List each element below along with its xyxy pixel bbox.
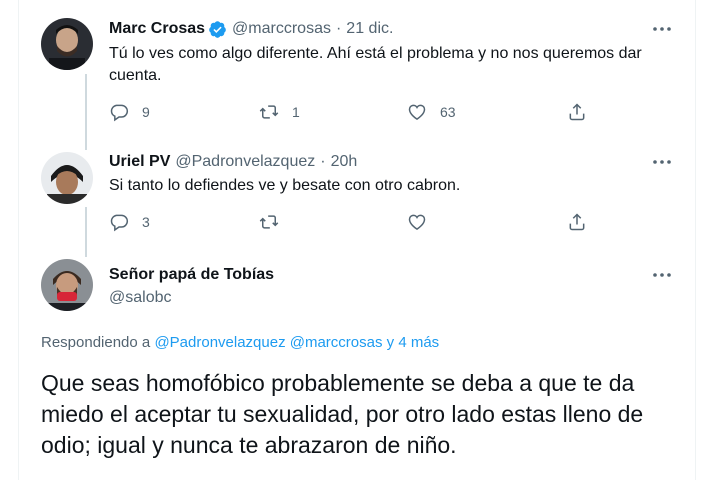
author-name[interactable]: Marc Crosas — [109, 20, 205, 38]
like-button[interactable] — [407, 210, 440, 234]
avatar[interactable] — [41, 152, 93, 204]
author-name[interactable]: Uriel PV — [109, 153, 170, 171]
like-button[interactable]: 63 — [407, 100, 456, 124]
tweet-text: Si tanto lo defiendes ve y besate con ot… — [109, 177, 461, 194]
share-icon — [569, 103, 585, 121]
reply-button[interactable]: 3 — [109, 210, 150, 234]
tweet-text: Tú lo ves como algo diferente. Ahí está … — [109, 45, 642, 84]
author-name[interactable]: Señor papá de Tobías — [109, 266, 274, 284]
verified-badge-icon — [209, 20, 226, 38]
share-button[interactable] — [567, 100, 587, 124]
reply-button[interactable]: 9 — [109, 100, 150, 124]
timestamp[interactable]: 20h — [331, 153, 358, 171]
tweet-actions: 9 1 63 — [109, 100, 695, 124]
retweet-count: 1 — [292, 104, 300, 120]
replying-to: Respondiendo a @Padronvelazquez @marccro… — [41, 334, 439, 351]
reply-count: 3 — [142, 214, 150, 230]
avatar[interactable] — [41, 259, 93, 311]
replying-to-link[interactable]: @Padronvelazquez @marccrosas y 4 más — [154, 334, 439, 351]
tweet-actions: 3 — [109, 210, 695, 234]
author-handle[interactable]: @Padronvelazquez — [175, 153, 315, 171]
replying-prefix: Respondiendo a — [41, 334, 151, 351]
more-options-icon[interactable] — [651, 19, 673, 39]
tweet[interactable]: Marc Crosas @marccrosas · 21 dic. Tú lo … — [19, 0, 695, 140]
share-button[interactable] — [567, 210, 587, 234]
heart-icon — [408, 214, 426, 230]
separator-dot: · — [335, 20, 342, 37]
conversation-thread: Marc Crosas @marccrosas · 21 dic. Tú lo … — [18, 0, 696, 480]
like-count: 63 — [440, 104, 456, 120]
author-handle[interactable]: @salobc — [109, 289, 172, 307]
retweet-icon — [259, 215, 279, 229]
share-icon — [569, 213, 585, 231]
tweet[interactable]: Uriel PV @Padronvelazquez · 20h Si tanto… — [19, 140, 695, 255]
avatar[interactable] — [41, 18, 93, 70]
reply-icon — [110, 214, 129, 232]
more-options-icon[interactable] — [651, 265, 673, 285]
retweet-button[interactable] — [259, 210, 292, 234]
author-handle[interactable]: @marccrosas — [232, 20, 331, 38]
retweet-button[interactable]: 1 — [259, 100, 300, 124]
separator-dot: · — [320, 153, 326, 170]
main-tweet-text: Que seas homofóbico probablemente se deb… — [41, 370, 644, 458]
reply-count: 9 — [142, 104, 150, 120]
timestamp[interactable]: 21 dic. — [346, 20, 393, 38]
heart-icon — [408, 104, 426, 120]
reply-icon — [110, 104, 129, 122]
more-options-icon[interactable] — [651, 152, 673, 172]
retweet-icon — [259, 105, 279, 119]
